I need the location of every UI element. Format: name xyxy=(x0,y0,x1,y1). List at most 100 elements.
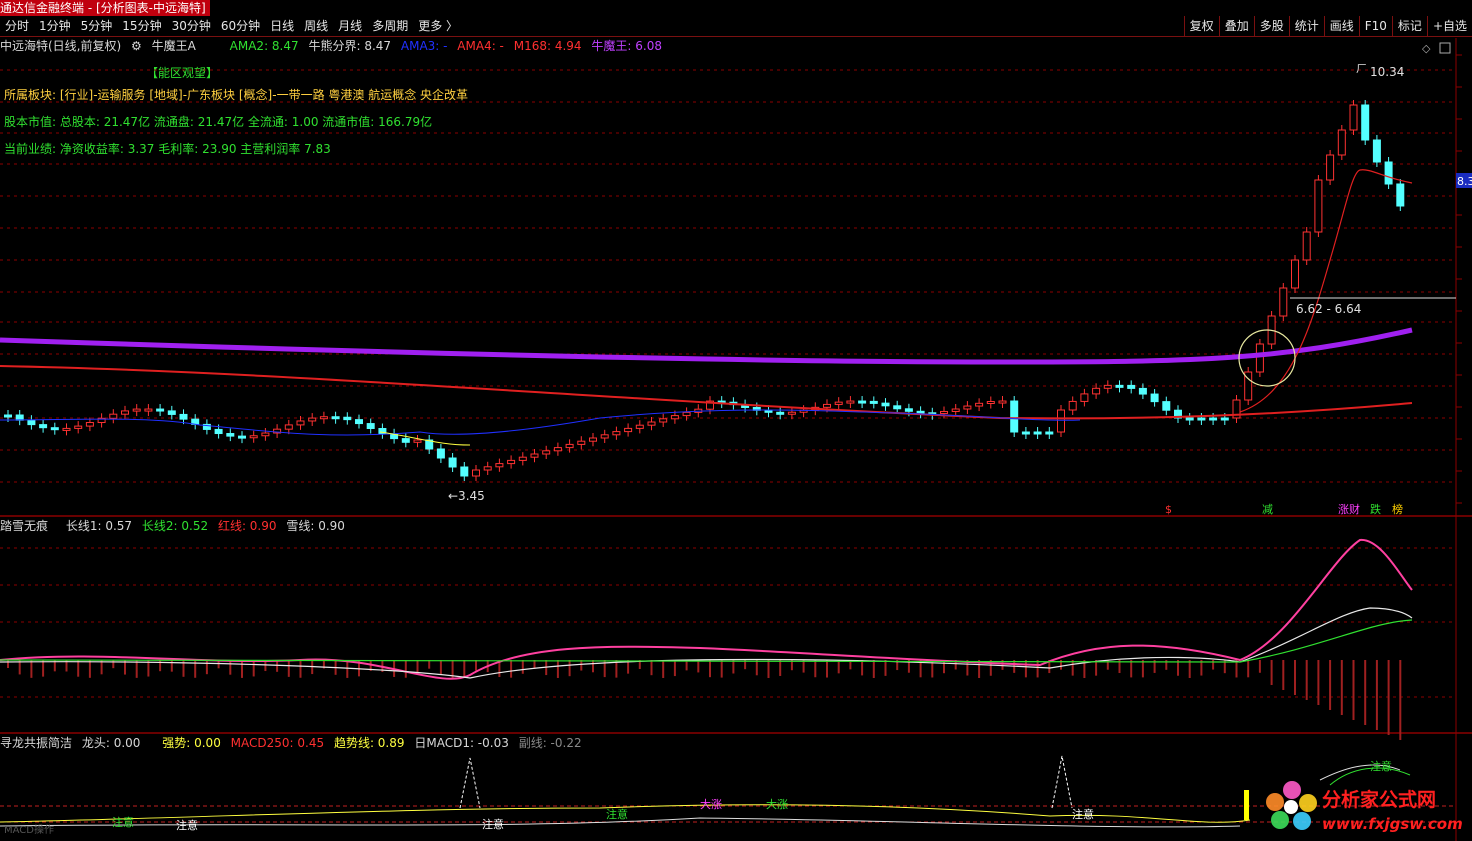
candle-body xyxy=(355,419,363,425)
candle-body xyxy=(1033,431,1042,435)
candle-body xyxy=(401,438,410,443)
panel3-name: 寻龙共振简洁 xyxy=(0,736,73,750)
candle-body xyxy=(1115,384,1124,388)
candle-body xyxy=(121,410,129,415)
candle-body xyxy=(1384,161,1393,185)
signal-tag: 大涨 xyxy=(700,797,722,811)
candle-body xyxy=(460,466,469,477)
candle-body xyxy=(635,424,644,429)
candle-body xyxy=(495,463,504,468)
candle-body xyxy=(881,402,890,407)
panel-maximize-icon xyxy=(1439,42,1451,54)
bull-king-line xyxy=(0,327,1413,365)
candle-body xyxy=(179,413,188,420)
candle-body xyxy=(600,434,609,439)
kline-chart[interactable]: ◇ 注意 注意注意大涨 大涨注意注意注意 10.34ㄏ←3.456.62 - 6.6… xyxy=(0,0,1472,841)
signal-bar xyxy=(1244,790,1249,820)
candle-body xyxy=(1291,259,1299,289)
ama2-line xyxy=(1239,169,1413,413)
watermark-logo: 分析家公式网 www.fxjgsw.com xyxy=(1266,781,1463,833)
candle-body xyxy=(1138,387,1147,395)
panel3-sub: 副线: -0.22 xyxy=(518,736,582,750)
candle-body xyxy=(284,424,293,430)
candle-body xyxy=(963,405,972,410)
candle-body xyxy=(366,423,375,430)
candle-body xyxy=(1255,343,1264,373)
candle-body xyxy=(951,408,960,412)
range-label: 6.62 - 6.64 xyxy=(1296,302,1361,316)
candle-body xyxy=(1361,104,1370,141)
candle-body xyxy=(869,400,878,404)
candle-body xyxy=(998,400,1007,404)
candle-body xyxy=(542,450,551,455)
candle-body xyxy=(238,435,246,439)
candle-body xyxy=(296,420,305,426)
candle-body xyxy=(624,427,633,433)
candle-body xyxy=(1150,393,1159,403)
candle-body xyxy=(682,411,691,417)
panel3-dmacd: 日MACD1: -0.03 xyxy=(414,736,509,750)
candle-body xyxy=(1010,400,1019,433)
candle-body xyxy=(1185,417,1194,421)
m168-line xyxy=(0,365,1413,420)
candle-body xyxy=(109,413,118,419)
grid-lines: ◇ xyxy=(0,38,1472,841)
candle-body xyxy=(261,432,270,437)
spike-line xyxy=(1051,755,1073,809)
candle-body xyxy=(553,447,562,452)
candle-body xyxy=(74,425,83,429)
candle-body xyxy=(85,422,94,427)
candle-body xyxy=(916,410,925,414)
candle-body xyxy=(1209,417,1218,421)
candle-body xyxy=(975,402,984,407)
candle-body xyxy=(834,401,843,405)
candle-body xyxy=(530,453,539,458)
candle-body xyxy=(647,421,656,426)
signal-tag: 注意 xyxy=(1370,759,1392,773)
candle-body xyxy=(904,408,913,412)
candle-body xyxy=(144,408,153,412)
high-arrow-icon: ㄏ xyxy=(1356,62,1367,75)
dragon-indicator-panel: 注意 注意注意大涨 大涨注意注意注意 xyxy=(0,755,1411,832)
candle-body xyxy=(483,466,492,471)
candlesticks xyxy=(4,100,1405,481)
event-marker: 榜 xyxy=(1392,502,1403,516)
candle-body xyxy=(986,401,995,405)
candle-body xyxy=(331,416,340,420)
candle-body xyxy=(659,418,668,423)
candle-body xyxy=(518,456,527,461)
candle-body xyxy=(1197,417,1206,421)
signal-tag: 大涨 xyxy=(766,797,788,811)
chart-annotations: 10.34ㄏ ←3.45 6.62 - 6.64 8.3 $ 减 涨财跌榜 xyxy=(448,62,1472,516)
candle-body xyxy=(670,415,679,420)
candle-body xyxy=(27,419,36,426)
candle-body xyxy=(448,457,457,468)
candle-body xyxy=(226,433,235,437)
panel3-trend: 趋势线: 0.89 xyxy=(333,736,405,750)
candle-body xyxy=(413,439,422,443)
candle-body xyxy=(1045,431,1054,435)
signal-tag: 注意 xyxy=(1072,807,1094,821)
candle-body xyxy=(249,435,258,439)
ama3-line xyxy=(0,409,1081,436)
candle-body xyxy=(1372,139,1381,163)
candle-body xyxy=(776,411,785,415)
candle-body xyxy=(846,400,855,404)
panel3-head: 龙头: 0.00 xyxy=(81,736,141,750)
candle-body xyxy=(1162,401,1171,411)
panel2-line2: 长线2: 0.52 xyxy=(141,519,209,533)
event-marker: $ xyxy=(1165,503,1172,516)
signal-tag: 注意 xyxy=(112,815,134,829)
candle-body xyxy=(787,411,796,415)
panel2-name: 踏雪无痕 xyxy=(0,519,49,533)
candle-body xyxy=(1127,384,1136,389)
candle-body xyxy=(156,408,165,412)
panel2-line1: 长线1: 0.57 xyxy=(65,519,133,533)
candle-body xyxy=(436,448,445,459)
candle-body xyxy=(1220,417,1229,421)
event-marker: 跌 xyxy=(1370,502,1381,516)
candle-body xyxy=(1279,287,1288,317)
candle-body xyxy=(507,459,516,465)
panel2-header: 踏雪无痕 长线1: 0.57 长线2: 0.52 红线: 0.90 雪线: 0.… xyxy=(0,518,351,534)
signal-tag: 注意 xyxy=(176,818,198,832)
